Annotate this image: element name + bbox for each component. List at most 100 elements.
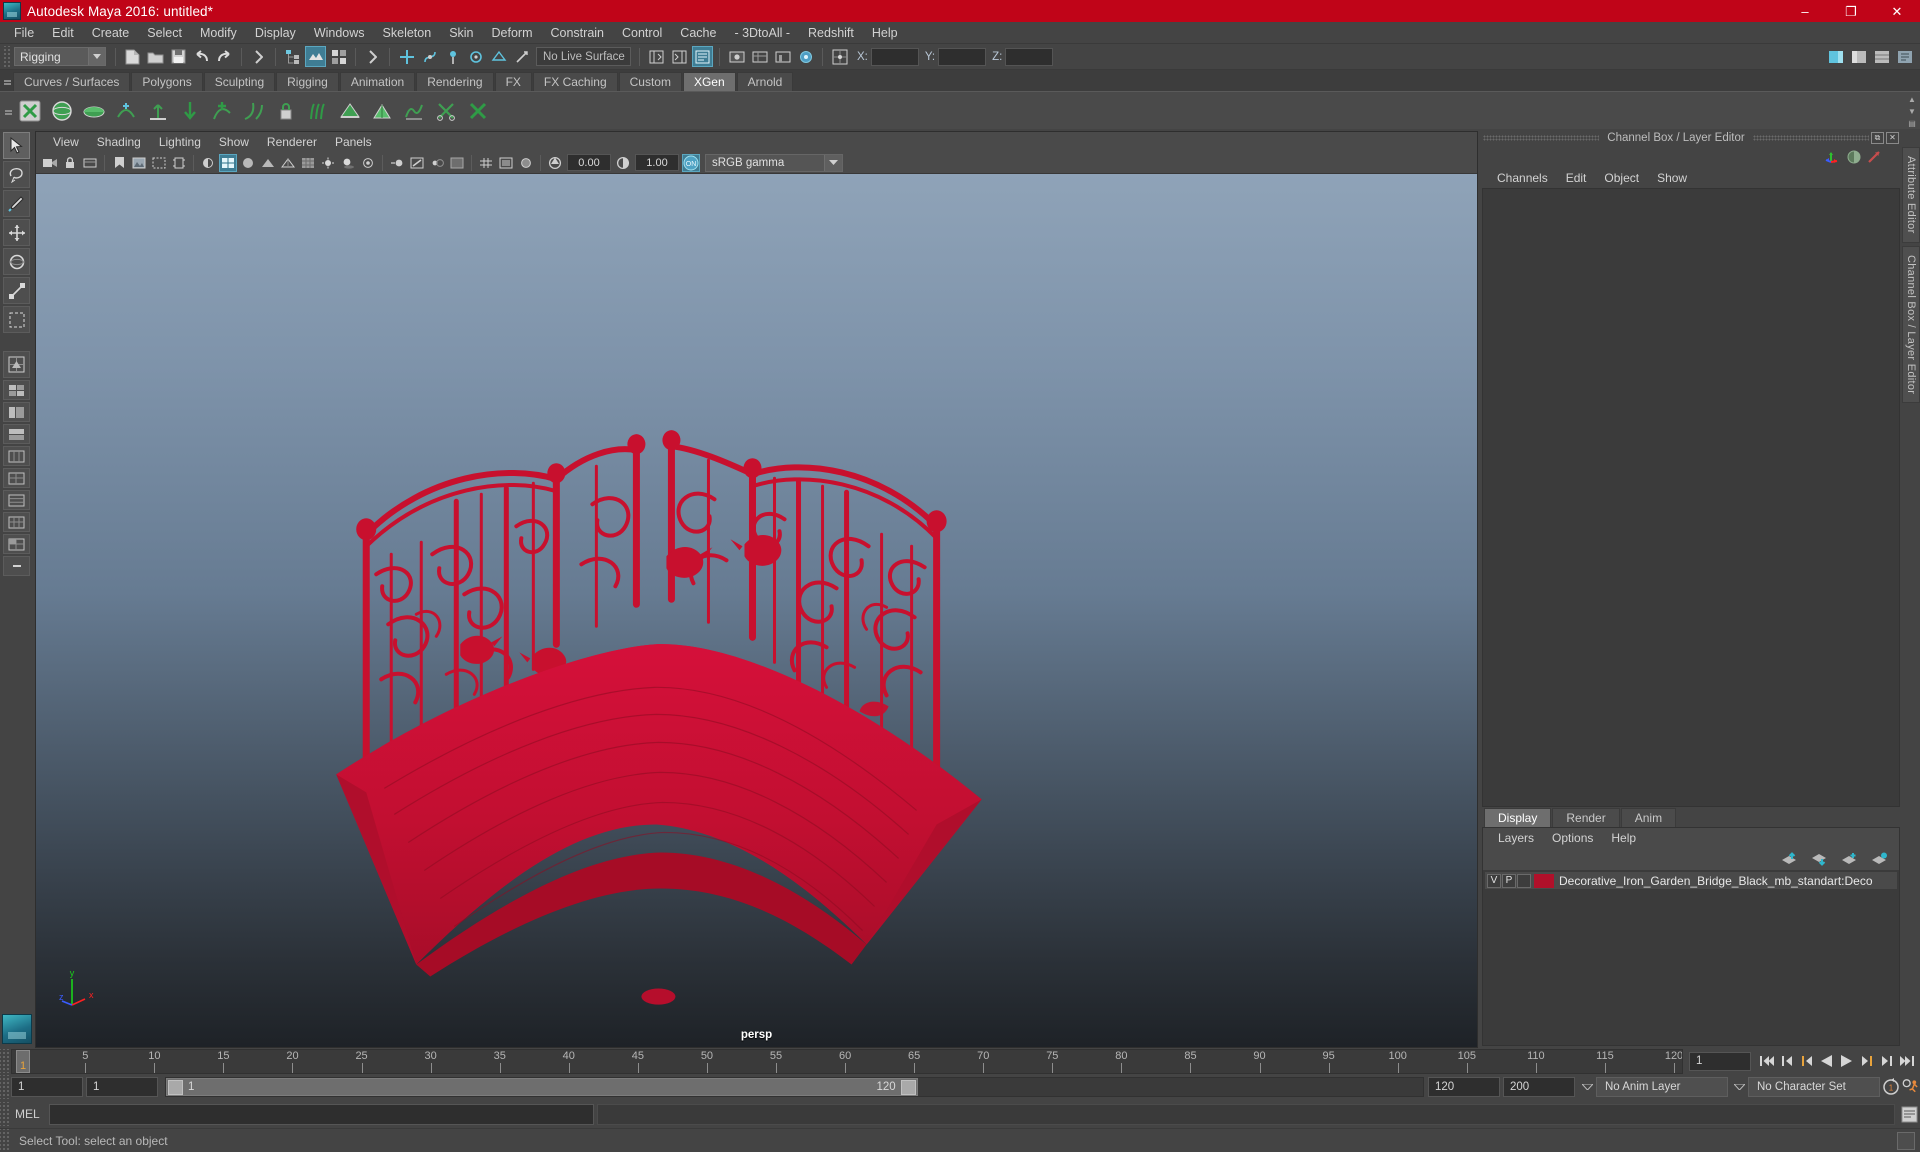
menu-redshift[interactable]: Redshift (799, 23, 863, 43)
play-backwards-icon[interactable] (1817, 1051, 1836, 1071)
undo-icon[interactable] (191, 46, 212, 67)
shelf-scroll-up-icon[interactable]: ▲ (1906, 94, 1918, 104)
viewport-menu-panels[interactable]: Panels (326, 133, 381, 151)
layout-persp-graph-button[interactable] (3, 424, 30, 444)
new-layer-icon[interactable] (1840, 850, 1858, 868)
animation-preferences-icon[interactable] (1901, 1077, 1920, 1097)
perspective-viewport[interactable]: y x z persp (36, 174, 1477, 1047)
range-slider-grip[interactable] (0, 1075, 11, 1099)
redo-icon[interactable] (214, 46, 235, 67)
layer-display-type-toggle[interactable] (1517, 873, 1531, 888)
open-scene-icon[interactable] (145, 46, 166, 67)
time-slider[interactable]: 5 10 15 20 25 30 35 40 45 50 55 60 65 70 75 80 85 90 95 100… (11, 1048, 1683, 1074)
show-outliner-icon[interactable] (1894, 46, 1915, 67)
menu-control[interactable]: Control (613, 23, 671, 43)
shelf-tab-fx-caching[interactable]: FX Caching (532, 72, 618, 91)
anim-layer-selector[interactable]: No Anim Layer (1596, 1077, 1728, 1097)
status-line-grip[interactable] (2, 45, 11, 68)
move-tool-button[interactable] (3, 219, 30, 246)
select-camera-icon[interactable] (41, 154, 59, 172)
live-surface-field[interactable]: No Live Surface (536, 47, 631, 66)
xgen-cross-section-icon[interactable] (111, 95, 141, 127)
layout-single-persp-button[interactable] (3, 351, 30, 378)
menu-skeleton[interactable]: Skeleton (374, 23, 441, 43)
menu-create[interactable]: Create (83, 23, 139, 43)
menu-help[interactable]: Help (863, 23, 907, 43)
step-back-frame-icon[interactable] (1797, 1051, 1816, 1071)
shelf-scroll-down-icon[interactable]: ▼ (1906, 106, 1918, 116)
layer-list[interactable]: V P Decorative_Iron_Garden_Bridge_Black_… (1483, 870, 1899, 1045)
anim-layer-dropdown-caret-icon[interactable] (1578, 1084, 1596, 1090)
snap-to-point-icon[interactable] (442, 46, 463, 67)
layout-four-pane-button[interactable] (3, 534, 30, 554)
make-live-icon[interactable] (511, 46, 532, 67)
character-set-dropdown-caret-icon[interactable] (1730, 1084, 1748, 1090)
step-forward-frame-icon[interactable] (1857, 1051, 1876, 1071)
snap-to-view-plane-icon[interactable] (488, 46, 509, 67)
ipr-render-icon[interactable] (772, 46, 793, 67)
menu-windows[interactable]: Windows (305, 23, 374, 43)
gamma-icon[interactable] (614, 154, 632, 172)
shelf-tab-arnold[interactable]: Arnold (736, 72, 794, 91)
shelf-tab-polygons[interactable]: Polygons (131, 72, 203, 91)
coord-y-input[interactable] (938, 47, 987, 66)
show-hide-sidebar-left-icon[interactable] (646, 46, 667, 67)
move-layer-down-icon[interactable] (1810, 850, 1828, 868)
show-attribute-editor-icon[interactable] (1825, 46, 1846, 67)
xray-icon[interactable] (517, 154, 535, 172)
layout-persp-outliner-button[interactable] (3, 402, 30, 422)
panel-drag-dots-right[interactable] (1752, 134, 1870, 141)
flat-shade-icon[interactable] (259, 154, 277, 172)
rotate-tool-button[interactable] (3, 248, 30, 275)
texture-display-icon[interactable] (299, 154, 317, 172)
layer-tab-anim[interactable]: Anim (1620, 808, 1677, 827)
move-layer-up-icon[interactable] (1780, 850, 1798, 868)
character-set-selector[interactable]: No Character Set (1748, 1077, 1880, 1097)
playback-end-time-field[interactable]: 120 (1428, 1077, 1500, 1097)
film-gate-mask-icon[interactable] (497, 154, 515, 172)
step-back-keyframe-icon[interactable] (1777, 1051, 1796, 1071)
viewport-menu-lighting[interactable]: Lighting (150, 133, 210, 151)
render-region-icon[interactable] (795, 46, 816, 67)
shape-channels-icon[interactable] (1865, 148, 1883, 166)
channel-box-menu-show[interactable]: Show (1648, 169, 1696, 187)
new-scene-icon[interactable] (122, 46, 143, 67)
side-tab-channel-box-layer-editor[interactable]: Channel Box / Layer Editor (1902, 245, 1920, 403)
coord-x-input[interactable] (870, 47, 919, 66)
smooth-shade-all-icon[interactable] (239, 154, 257, 172)
xgen-lock-icon[interactable] (271, 95, 301, 127)
exposure-input[interactable]: 0.00 (567, 154, 611, 171)
wireframe-icon[interactable] (279, 154, 297, 172)
channel-box-menu-object[interactable]: Object (1595, 169, 1648, 187)
layer-menu-layers[interactable]: Layers (1489, 829, 1543, 847)
undock-panel-button[interactable]: ⧉ (1871, 131, 1885, 144)
grid-toggle-icon[interactable] (477, 154, 495, 172)
shelf-grip[interactable] (2, 70, 13, 91)
render-view-icon[interactable] (726, 46, 747, 67)
layer-menu-options[interactable]: Options (1543, 829, 1602, 847)
color-management-selector[interactable]: sRGB gamma (705, 153, 843, 172)
minimize-layout-button[interactable] (3, 556, 30, 576)
camera-attributes-icon[interactable] (81, 154, 99, 172)
menu-set-selector[interactable]: Rigging (14, 47, 106, 66)
shelf-tab-rendering[interactable]: Rendering (416, 72, 494, 91)
layer-menu-help[interactable]: Help (1602, 829, 1645, 847)
animation-start-time-field[interactable]: 1 (11, 1077, 83, 1097)
range-start-grip[interactable] (168, 1079, 183, 1095)
menu-file[interactable]: File (5, 23, 43, 43)
xgen-groom-down-icon[interactable] (175, 95, 205, 127)
select-by-hierarchy-icon[interactable] (282, 46, 303, 67)
close-panel-button[interactable]: ✕ (1886, 131, 1900, 144)
menu-modify[interactable]: Modify (191, 23, 246, 43)
menu-skin[interactable]: Skin (440, 23, 482, 43)
attribute-editor-toggle-icon[interactable] (692, 46, 713, 67)
output-channels-icon[interactable] (1845, 148, 1863, 166)
layer-playback-toggle[interactable]: P (1502, 873, 1516, 888)
xgen-noise-icon[interactable] (399, 95, 429, 127)
step-forward-keyframe-icon[interactable] (1877, 1051, 1896, 1071)
select-tool-button[interactable] (3, 132, 30, 159)
gamma-input[interactable]: 1.00 (635, 154, 679, 171)
shelf-tab-fx[interactable]: FX (494, 72, 532, 91)
use-all-lights-icon[interactable] (319, 154, 337, 172)
viewport-menu-renderer[interactable]: Renderer (258, 133, 326, 151)
